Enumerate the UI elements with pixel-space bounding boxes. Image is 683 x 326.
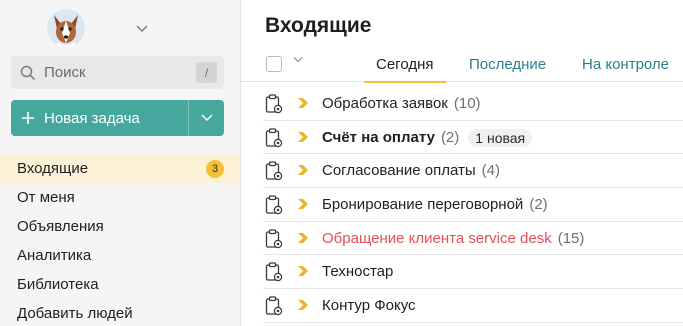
search-box: /	[11, 56, 224, 89]
new-task-button[interactable]: Новая задача	[11, 100, 188, 136]
new-task-label: Новая задача	[44, 109, 140, 127]
clipboard-gear-icon	[265, 229, 283, 249]
sidebar-item-from-me[interactable]: От меня	[0, 183, 240, 212]
task-title: Техностар	[322, 263, 394, 281]
list-item[interactable]: Обработка заявок (10)	[241, 87, 683, 121]
new-task-options-button[interactable]	[188, 100, 224, 136]
task-text: Счёт на оплату (2) 1 новая	[322, 128, 533, 147]
task-title: Обработка заявок	[322, 95, 448, 112]
tab-label: На контроле	[582, 56, 670, 73]
sidebar: / Новая задача Входящие 3 От меня Объявл…	[0, 0, 241, 326]
priority-arrow-icon	[297, 198, 309, 210]
chevron-down-icon[interactable]	[292, 55, 304, 64]
sidebar-item-label: Библиотека	[17, 276, 99, 293]
task-count: (4)	[481, 162, 500, 180]
task-list: Обработка заявок (10) Счёт на оплату (2)…	[241, 87, 683, 323]
unread-count-badge: 3	[206, 159, 224, 178]
tab-on-control[interactable]: На контроле	[582, 56, 669, 73]
priority-arrow-icon	[297, 131, 309, 143]
chevron-down-icon	[200, 109, 214, 127]
task-text: Техностар	[322, 263, 393, 280]
sidebar-item-label: Объявления	[17, 218, 104, 235]
dog-avatar-icon[interactable]	[47, 9, 85, 47]
task-count: (10)	[453, 95, 481, 112]
new-task-split-button: Новая задача	[11, 100, 224, 136]
task-title: Контур Фокус	[322, 297, 416, 315]
tab-label: Сегодня	[376, 56, 434, 73]
task-title: Бронирование переговорной	[322, 196, 524, 214]
sidebar-item-add-people[interactable]: Добавить людей	[0, 299, 240, 326]
tab-today[interactable]: Сегодня	[364, 56, 446, 83]
sidebar-item-inbox[interactable]: Входящие 3	[0, 154, 240, 183]
search-icon	[20, 65, 36, 81]
search-input[interactable]	[44, 56, 194, 89]
clipboard-gear-icon	[265, 128, 283, 148]
clipboard-gear-icon	[265, 296, 283, 316]
tab-label: Последние	[469, 56, 547, 73]
sidebar-item-label: Входящие	[17, 160, 89, 177]
sidebar-item-analytics[interactable]: Аналитика	[0, 241, 240, 270]
account-switcher[interactable]	[47, 9, 149, 47]
list-item[interactable]: Техностар	[241, 255, 683, 289]
search-hotkey-hint: /	[196, 62, 217, 83]
task-text: Согласование оплаты (4)	[322, 162, 500, 179]
task-text: Контур Фокус	[322, 297, 416, 314]
task-count: (2)	[440, 129, 460, 147]
clipboard-gear-icon	[265, 94, 283, 114]
sidebar-item-label: От меня	[17, 189, 75, 206]
priority-arrow-icon	[297, 164, 309, 176]
plus-icon	[20, 110, 36, 126]
sidebar-item-library[interactable]: Библиотека	[0, 270, 240, 299]
clipboard-gear-icon	[265, 161, 283, 181]
new-items-badge: 1 новая	[468, 128, 533, 147]
task-title: Счёт на оплату	[322, 129, 435, 147]
priority-arrow-icon	[297, 265, 309, 277]
task-text: Бронирование переговорной (2)	[322, 196, 548, 213]
tab-recent[interactable]: Последние	[469, 56, 546, 73]
task-title: Согласование оплаты	[322, 162, 476, 180]
list-item[interactable]: Контур Фокус	[241, 289, 683, 323]
task-count: (2)	[529, 196, 548, 214]
priority-arrow-icon	[297, 97, 309, 109]
sidebar-nav: Входящие 3 От меня Объявления Аналитика …	[0, 154, 240, 326]
select-all-checkbox[interactable]	[266, 56, 282, 72]
priority-arrow-icon	[297, 232, 309, 244]
list-item[interactable]: Счёт на оплату (2) 1 новая	[241, 121, 683, 155]
inbox-panel: Входящие Сегодня Последние На контроле О…	[241, 0, 683, 326]
list-item[interactable]: Согласование оплаты (4)	[241, 154, 683, 188]
task-text: Обращение клиента service desk (15)	[322, 230, 584, 247]
sidebar-item-label: Аналитика	[17, 247, 92, 264]
list-item[interactable]: Бронирование переговорной (2)	[241, 188, 683, 222]
sidebar-item-announcements[interactable]: Объявления	[0, 212, 240, 241]
task-count: (15)	[557, 229, 585, 247]
sidebar-item-label: Добавить людей	[17, 305, 133, 322]
active-tab-indicator	[364, 81, 446, 83]
chevron-down-icon[interactable]	[135, 23, 149, 33]
page-title: Входящие	[265, 14, 372, 37]
task-title: Обращение клиента service desk	[322, 229, 552, 247]
clipboard-gear-icon	[265, 195, 283, 215]
priority-arrow-icon	[297, 299, 309, 311]
inbox-toolbar: Сегодня Последние На контроле	[241, 50, 683, 83]
list-item[interactable]: Обращение клиента service desk (15)	[241, 222, 683, 256]
task-text: Обработка заявок (10)	[322, 95, 481, 112]
clipboard-gear-icon	[265, 262, 283, 282]
